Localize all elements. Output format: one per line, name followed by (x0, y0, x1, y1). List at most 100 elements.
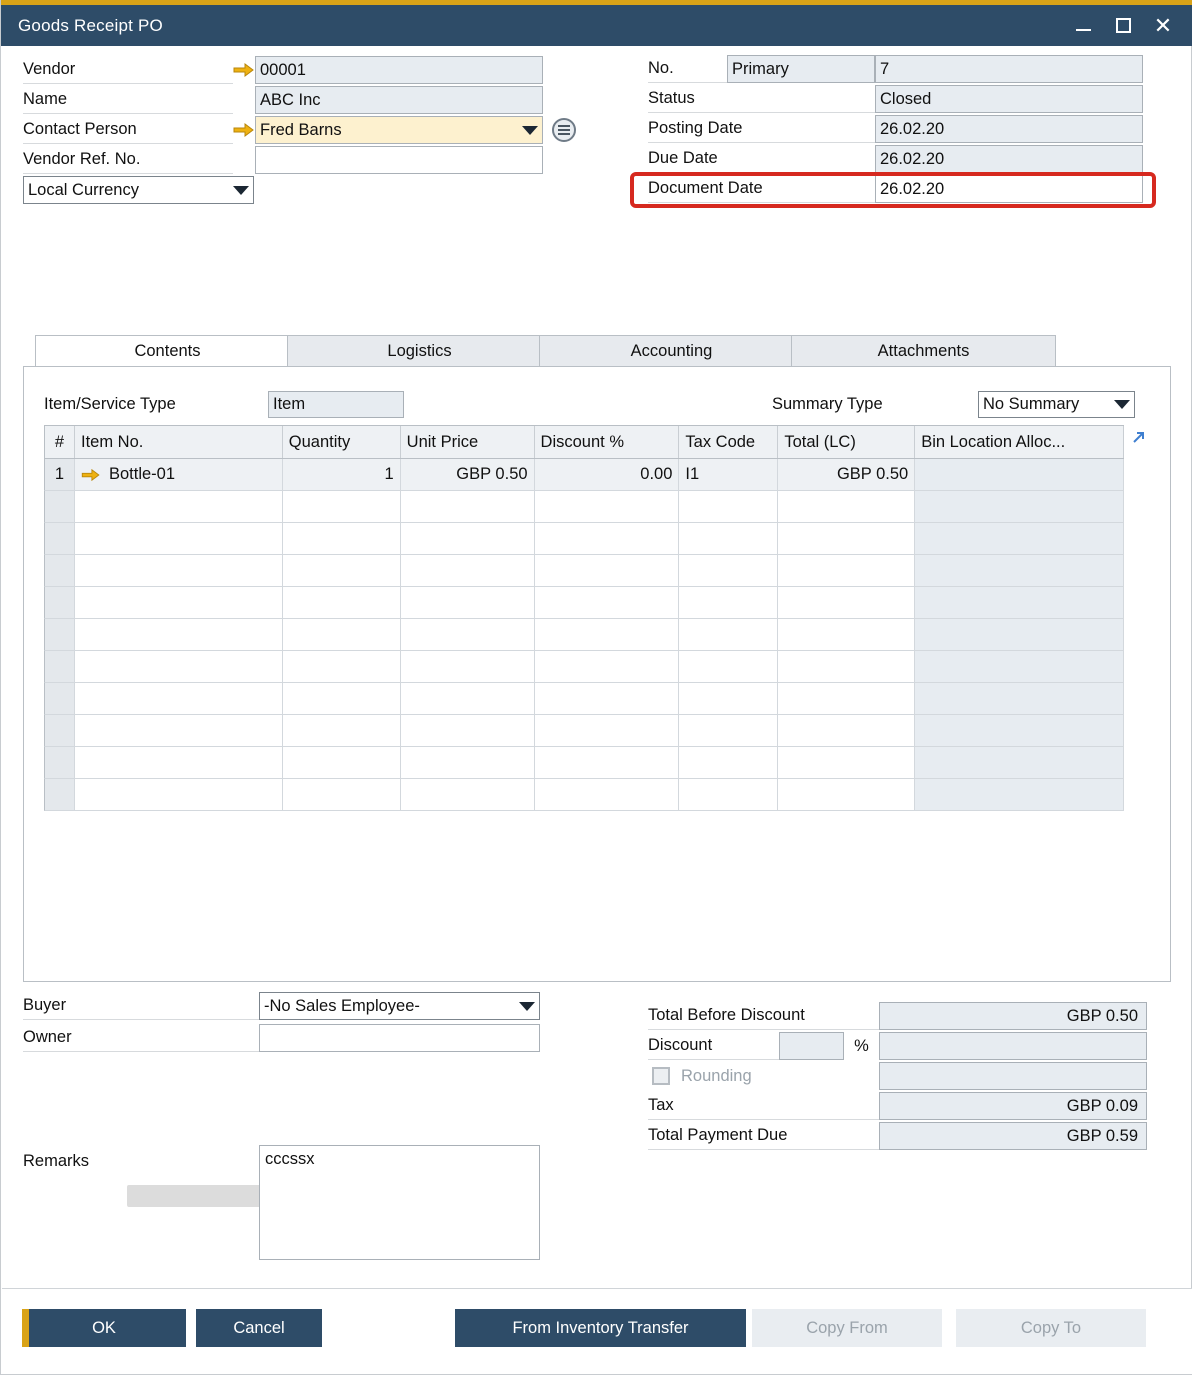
row-link-arrow-icon[interactable] (81, 468, 101, 482)
cell-index[interactable] (45, 715, 75, 746)
cell-item-no[interactable] (75, 747, 283, 778)
cell-discount[interactable] (535, 619, 680, 650)
cell-index[interactable] (45, 619, 75, 650)
cell-bin-location[interactable] (915, 715, 1124, 746)
cell-unit-price[interactable]: GBP 0.50 (401, 459, 535, 490)
summary-type-combobox[interactable]: No Summary (978, 391, 1135, 418)
cell-discount[interactable] (535, 523, 680, 554)
document-date-input[interactable]: 26.02.20 (875, 175, 1143, 203)
cell-unit-price[interactable] (401, 587, 535, 618)
cell-discount[interactable] (535, 651, 680, 682)
cell-tax-code[interactable] (679, 747, 778, 778)
cell-item-no[interactable] (75, 491, 283, 522)
buyer-combobox[interactable]: -No Sales Employee- (259, 992, 540, 1020)
cell-tax-code[interactable] (679, 715, 778, 746)
cell-total-lc[interactable]: GBP 0.50 (778, 459, 915, 490)
table-row[interactable] (44, 555, 1124, 587)
cell-index[interactable]: 1 (45, 459, 75, 490)
col-header-item-no[interactable]: Item No. (75, 426, 283, 458)
col-header-tax-code[interactable]: Tax Code (679, 426, 778, 458)
cell-item-no[interactable] (75, 651, 283, 682)
cell-item-no[interactable] (75, 587, 283, 618)
expand-grid-arrow-icon[interactable] (1128, 427, 1150, 449)
table-row[interactable] (44, 491, 1124, 523)
cell-discount[interactable] (535, 587, 680, 618)
cell-quantity[interactable] (283, 523, 401, 554)
cell-total-lc[interactable] (778, 683, 915, 714)
cell-unit-price[interactable] (401, 491, 535, 522)
tab-contents[interactable]: Contents (35, 335, 300, 367)
cell-total-lc[interactable] (778, 779, 915, 810)
cell-bin-location[interactable] (915, 747, 1124, 778)
vendor-link-arrow-icon[interactable] (233, 62, 255, 78)
cell-item-no[interactable] (75, 683, 283, 714)
currency-combobox[interactable]: Local Currency (23, 176, 254, 204)
cell-discount[interactable] (535, 747, 680, 778)
cell-item-no[interactable] (75, 619, 283, 650)
cell-index[interactable] (45, 587, 75, 618)
cell-unit-price[interactable] (401, 651, 535, 682)
maximize-button[interactable] (1103, 6, 1143, 46)
cell-quantity[interactable] (283, 715, 401, 746)
vendor-input[interactable]: 00001 (255, 56, 543, 84)
table-row[interactable] (44, 747, 1124, 779)
cell-discount[interactable]: 0.00 (535, 459, 680, 490)
cell-tax-code[interactable] (679, 683, 778, 714)
cell-index[interactable] (45, 523, 75, 554)
cell-index[interactable] (45, 779, 75, 810)
ok-button[interactable]: OK (22, 1309, 186, 1347)
close-button[interactable]: ✕ (1143, 6, 1183, 46)
cell-item-no[interactable] (75, 779, 283, 810)
no-series-input[interactable]: Primary (727, 55, 875, 83)
cell-quantity[interactable] (283, 555, 401, 586)
cell-item-no[interactable]: Bottle-01 (75, 459, 283, 490)
cell-total-lc[interactable] (778, 747, 915, 778)
cell-discount[interactable] (535, 683, 680, 714)
table-row[interactable] (44, 715, 1124, 747)
cell-tax-code[interactable]: I1 (679, 459, 778, 490)
tab-accounting[interactable]: Accounting (539, 335, 804, 367)
cell-total-lc[interactable] (778, 555, 915, 586)
cell-unit-price[interactable] (401, 523, 535, 554)
cell-tax-code[interactable] (679, 491, 778, 522)
table-row[interactable] (44, 651, 1124, 683)
cell-index[interactable] (45, 651, 75, 682)
cell-item-no[interactable] (75, 715, 283, 746)
cell-quantity[interactable] (283, 651, 401, 682)
cell-quantity[interactable] (283, 779, 401, 810)
table-row[interactable] (44, 619, 1124, 651)
col-header-total-lc[interactable]: Total (LC) (778, 426, 915, 458)
cell-unit-price[interactable] (401, 779, 535, 810)
cell-bin-location[interactable] (915, 555, 1124, 586)
cell-discount[interactable] (535, 779, 680, 810)
contact-person-link-arrow-icon[interactable] (233, 122, 255, 138)
item-service-type-input[interactable]: Item (268, 391, 404, 418)
cell-discount[interactable] (535, 555, 680, 586)
posting-date-input[interactable]: 26.02.20 (875, 115, 1143, 143)
cell-total-lc[interactable] (778, 651, 915, 682)
table-row[interactable] (44, 587, 1124, 619)
no-value-input[interactable]: 7 (875, 55, 1143, 83)
cell-index[interactable] (45, 555, 75, 586)
cell-quantity[interactable] (283, 747, 401, 778)
cancel-button[interactable]: Cancel (196, 1309, 322, 1347)
cell-unit-price[interactable] (401, 619, 535, 650)
contact-person-combobox[interactable]: Fred Barns (255, 116, 543, 144)
cell-quantity[interactable] (283, 683, 401, 714)
cell-bin-location[interactable] (915, 683, 1124, 714)
table-row[interactable] (44, 779, 1124, 811)
cell-bin-location[interactable] (915, 587, 1124, 618)
cell-tax-code[interactable] (679, 779, 778, 810)
cell-tax-code[interactable] (679, 555, 778, 586)
cell-total-lc[interactable] (778, 587, 915, 618)
cell-unit-price[interactable] (401, 555, 535, 586)
cell-tax-code[interactable] (679, 523, 778, 554)
cell-unit-price[interactable] (401, 683, 535, 714)
tab-logistics[interactable]: Logistics (287, 335, 552, 367)
cell-index[interactable] (45, 683, 75, 714)
name-input[interactable]: ABC Inc (255, 86, 543, 114)
cell-quantity[interactable]: 1 (283, 459, 401, 490)
minimize-button[interactable] (1063, 6, 1103, 46)
cell-total-lc[interactable] (778, 491, 915, 522)
tab-attachments[interactable]: Attachments (791, 335, 1056, 367)
